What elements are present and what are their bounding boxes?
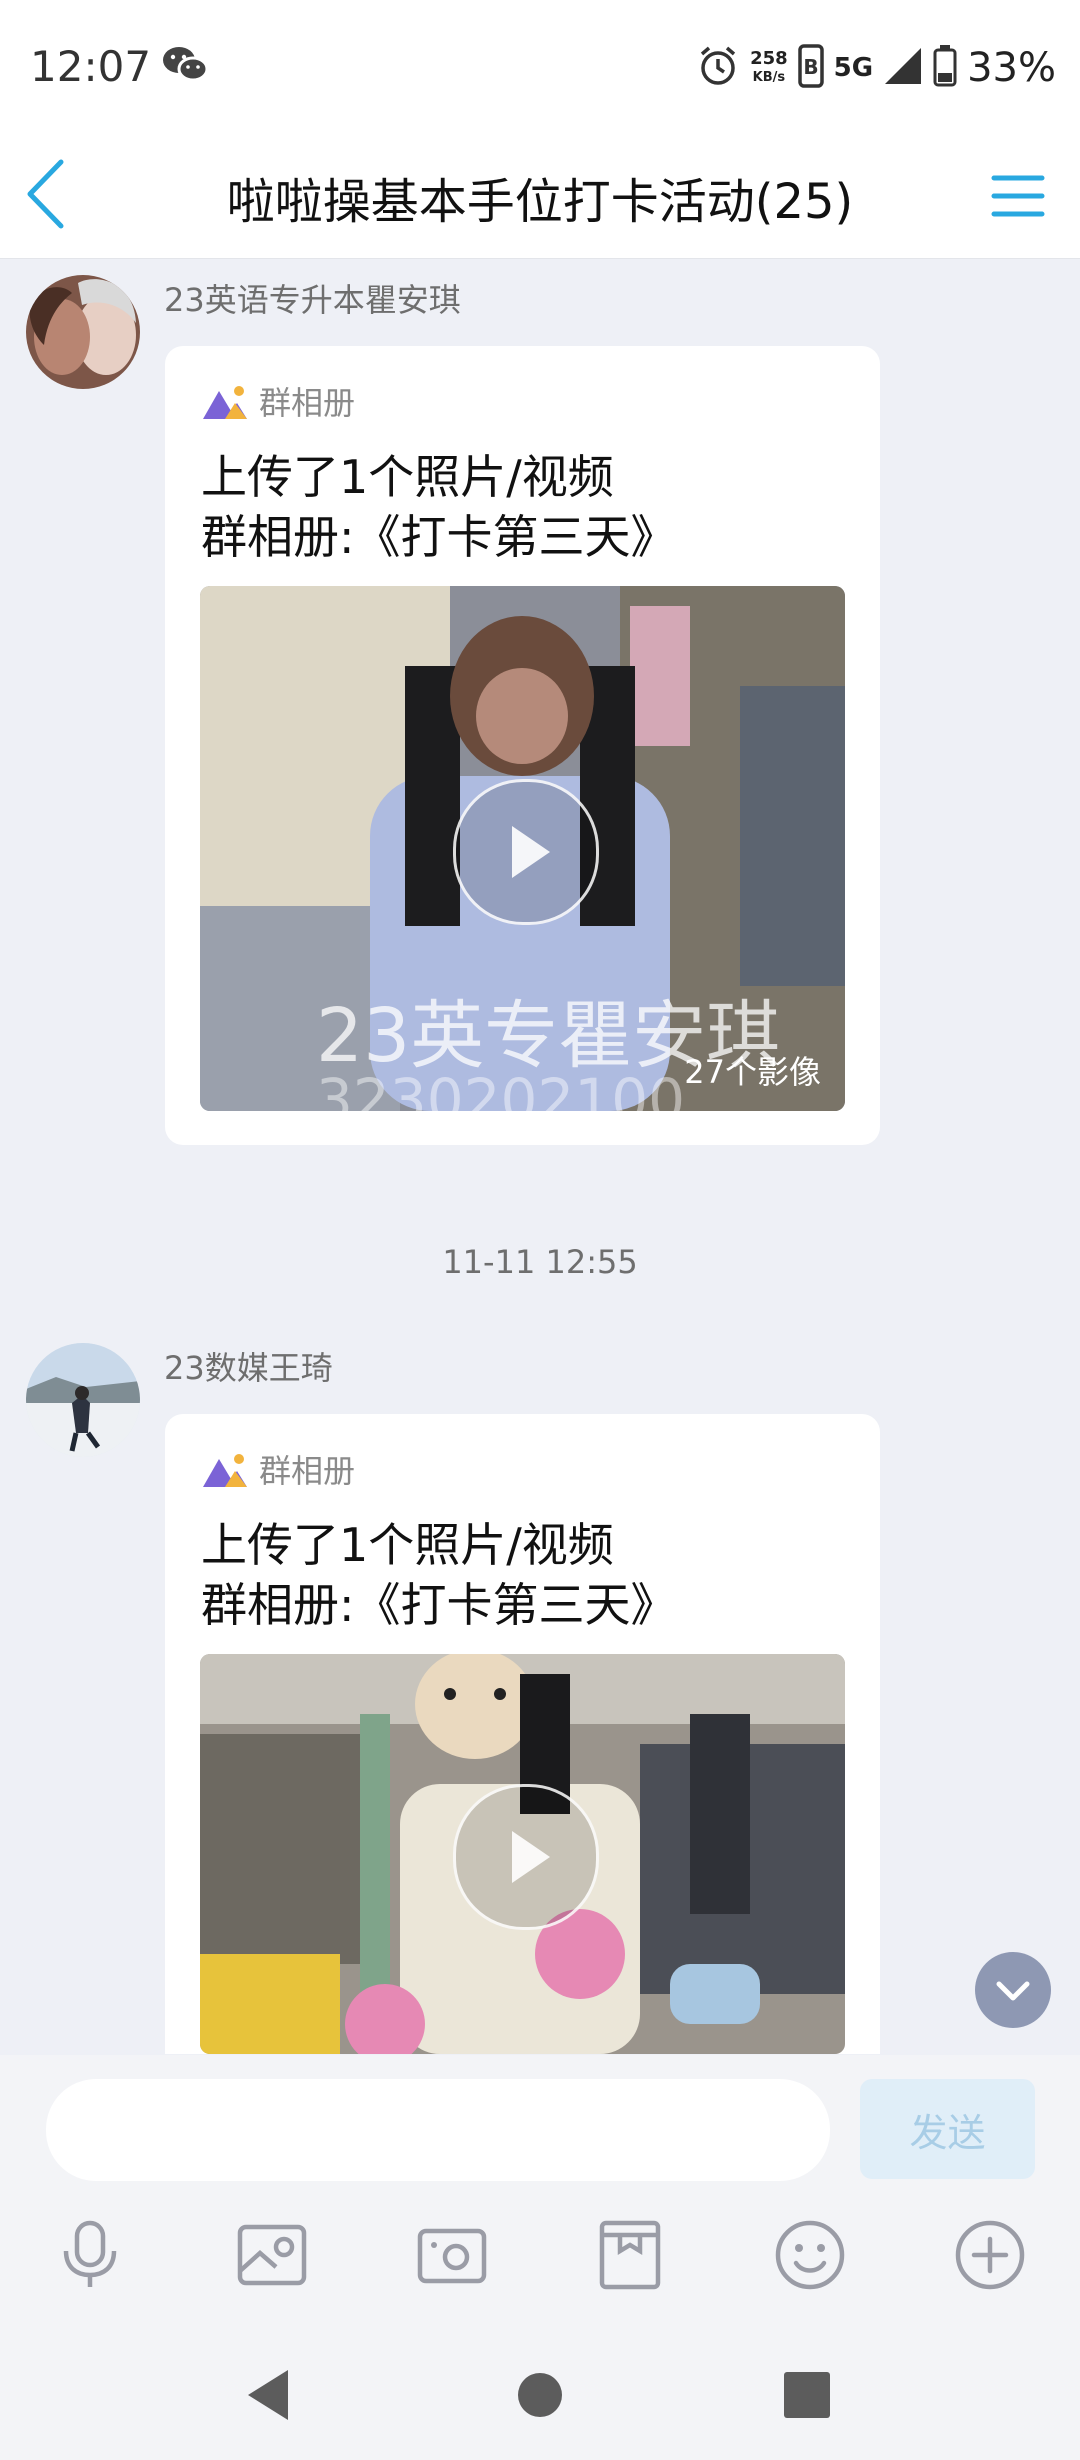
chat-title: 啦啦操基本手位打卡活动(25) <box>226 174 854 230</box>
menu-icon <box>991 175 1045 217</box>
media-count: 27个影像 <box>684 1053 821 1091</box>
battery-icon <box>933 45 957 91</box>
wechat-icon <box>160 44 210 88</box>
message-input[interactable] <box>46 2079 830 2181</box>
camera-icon[interactable] <box>412 2215 492 2295</box>
plus-icon[interactable] <box>950 2215 1030 2295</box>
video-thumbnail[interactable]: 23英专瞿安琪 3230202100 27个影像 <box>200 586 845 1111</box>
battery-percent: 33% <box>967 45 1056 91</box>
signal-icon <box>883 46 923 90</box>
emoji-icon[interactable] <box>770 2215 850 2295</box>
sender-avatar[interactable] <box>26 275 140 389</box>
video-watermark-id: 3230202100 <box>316 1066 686 1111</box>
recents-square-icon[interactable] <box>772 2360 842 2430</box>
svg-text:B: B <box>803 55 818 79</box>
video-thumbnail[interactable] <box>200 1654 845 2054</box>
card-line-2: 群相册:《打卡第三天》 <box>201 1578 677 1632</box>
file-icon[interactable] <box>590 2215 670 2295</box>
menu-button[interactable] <box>976 154 1060 238</box>
card-line-1: 上传了1个照片/视频 <box>201 450 614 504</box>
sender-avatar[interactable] <box>26 1343 140 1457</box>
album-card[interactable]: 群相册 上传了1个照片/视频 群相册:《打卡第三天》 <box>165 1414 880 2054</box>
send-button[interactable]: 发送 <box>860 2079 1035 2179</box>
play-icon[interactable] <box>452 1784 599 1930</box>
sim-icon: B <box>797 44 824 92</box>
album-icon <box>203 1454 247 1487</box>
status-bar: 12:07 258 KB/s B 5G 33% <box>0 0 1080 130</box>
album-icon <box>203 386 247 419</box>
home-circle-icon[interactable] <box>505 2360 575 2430</box>
chat-header: 啦啦操基本手位打卡活动(25) <box>0 130 1080 259</box>
chat-messages[interactable]: 23英语专升本瞿安琪 群相册 上传了1个照片/视频 群相册:《打卡第三天》 23… <box>0 259 1080 2054</box>
network-type: 5G <box>833 53 874 83</box>
status-time: 12:07 <box>30 42 152 91</box>
status-indicators: 258 KB/s B 5G 33% <box>696 38 1056 98</box>
card-line-1: 上传了1个照片/视频 <box>201 1518 614 1572</box>
scroll-to-bottom-button[interactable] <box>975 1952 1051 2028</box>
message-timestamp: 11-11 12:55 <box>442 1243 638 1281</box>
album-tag: 群相册 <box>201 1446 355 1492</box>
net-speed-value: 258 <box>750 48 788 69</box>
alarm-icon <box>696 44 740 92</box>
card-line-2: 群相册:《打卡第三天》 <box>201 510 677 564</box>
image-icon[interactable] <box>232 2215 312 2295</box>
play-icon[interactable] <box>452 778 599 925</box>
net-speed-unit: KB/s <box>752 70 786 85</box>
microphone-icon[interactable] <box>50 2215 130 2295</box>
album-tag: 群相册 <box>201 378 355 424</box>
sender-name: 23数媒王琦 <box>164 1349 333 1387</box>
net-speed: 258 KB/s <box>750 49 788 87</box>
album-tag-label: 群相册 <box>259 1452 356 1490</box>
back-triangle-icon[interactable] <box>236 2360 306 2430</box>
album-card[interactable]: 群相册 上传了1个照片/视频 群相册:《打卡第三天》 23英专瞿安琪 32302… <box>165 346 880 1145</box>
system-navigation <box>0 2320 1080 2460</box>
sender-name: 23英语专升本瞿安琪 <box>164 281 461 319</box>
chevron-down-icon <box>996 1981 1030 2001</box>
album-tag-label: 群相册 <box>259 384 356 422</box>
